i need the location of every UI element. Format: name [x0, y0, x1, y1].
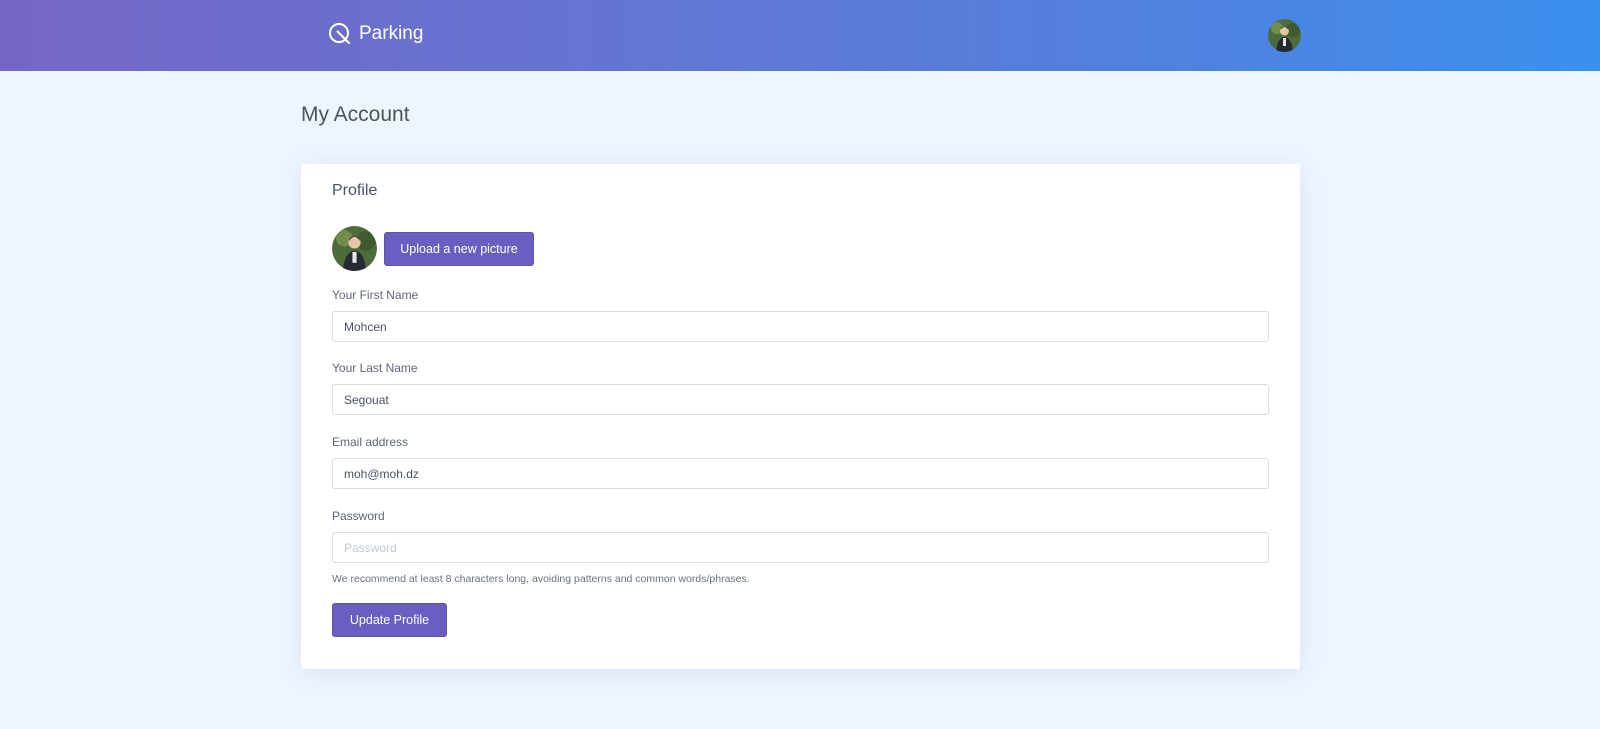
brand-link[interactable]: Parking [328, 20, 423, 48]
first-name-input[interactable] [332, 311, 1269, 342]
update-profile-button[interactable]: Update Profile [332, 603, 447, 637]
last-name-label: Your Last Name [332, 361, 418, 375]
profile-card-title: Profile [332, 182, 378, 199]
password-label: Password [332, 509, 385, 523]
user-photo-icon [332, 226, 377, 271]
password-help-text: We recommend at least 8 characters long,… [332, 573, 750, 585]
profile-card: Profile Upload a new picture Your First … [301, 164, 1300, 669]
parking-logo-icon [329, 23, 350, 44]
email-label: Email address [332, 435, 409, 449]
first-name-label: Your First Name [332, 288, 419, 302]
profile-avatar [332, 226, 377, 271]
last-name-input[interactable] [332, 384, 1269, 415]
email-input[interactable] [332, 458, 1269, 489]
top-navbar: Parking [0, 0, 1600, 71]
upload-picture-button[interactable]: Upload a new picture [384, 232, 534, 266]
user-photo-icon [1268, 19, 1301, 52]
password-input[interactable] [332, 532, 1269, 563]
brand-name: Parking [359, 23, 424, 44]
user-avatar-menu[interactable] [1268, 19, 1301, 52]
page-title: My Account [301, 103, 410, 126]
